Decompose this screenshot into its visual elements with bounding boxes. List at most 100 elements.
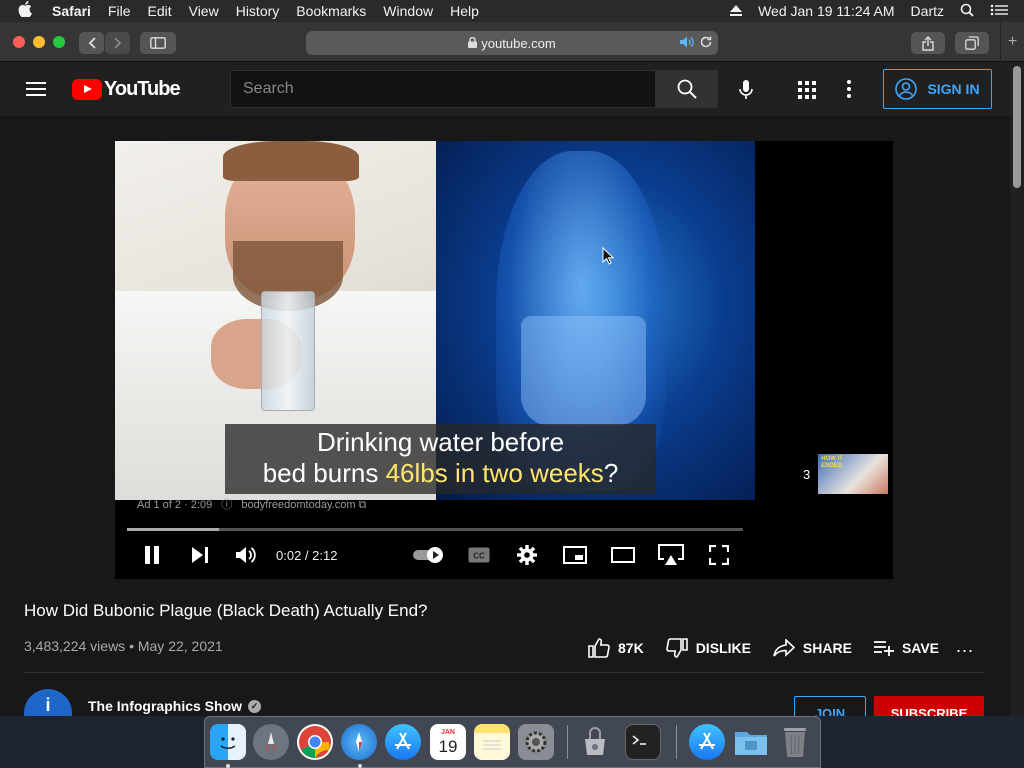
subscribe-button[interactable]: SUBSCRIBE — [874, 696, 984, 716]
settings-more-icon[interactable] — [846, 79, 852, 103]
divider — [24, 672, 984, 673]
reload-icon[interactable] — [700, 36, 712, 51]
menubar-clock[interactable]: Wed Jan 19 11:24 AM — [758, 3, 894, 19]
spotlight-search-icon[interactable] — [960, 3, 974, 20]
close-window-button[interactable] — [13, 36, 25, 48]
end-card-thumbnail[interactable]: HOW IT ENDED — [818, 454, 889, 494]
join-button[interactable]: JOIN — [794, 696, 866, 716]
next-button[interactable] — [187, 542, 213, 568]
apple-menu-icon[interactable] — [18, 1, 38, 21]
calendar-day: 19 — [438, 736, 458, 756]
utilities-icon[interactable] — [577, 724, 613, 760]
youtube-apps-icon[interactable] — [798, 81, 816, 104]
dock-separator — [676, 725, 677, 759]
menu-edit[interactable]: Edit — [147, 3, 171, 19]
fullscreen-icon — [709, 545, 729, 565]
volume-button[interactable] — [233, 542, 259, 568]
share-page-button[interactable] — [911, 32, 945, 54]
gear-icon — [517, 545, 537, 565]
sidebar-toggle-button[interactable] — [140, 32, 176, 54]
end-card[interactable]: 3 HOW IT ENDED — [803, 454, 889, 494]
menu-help[interactable]: Help — [450, 3, 479, 19]
lock-icon — [468, 36, 478, 51]
progress-buffer — [127, 528, 220, 531]
menu-view[interactable]: View — [189, 3, 219, 19]
theater-mode-icon — [611, 547, 635, 563]
channel-name-text: The Infographics Show — [88, 698, 243, 714]
address-url: youtube.com — [481, 35, 556, 51]
app-store-download-icon[interactable] — [689, 724, 725, 760]
youtube-logo-text: YouTube — [104, 78, 181, 100]
menu-bar: Safari File Edit View History Bookmarks … — [0, 0, 1024, 22]
youtube-logo[interactable]: YouTube — [72, 78, 181, 101]
verified-check-icon: ✓ — [248, 699, 262, 713]
autoplay-toggle[interactable] — [413, 547, 445, 563]
end-card-count: 3 — [803, 466, 811, 482]
folder-icon[interactable] — [733, 724, 769, 760]
guide-menu-icon[interactable] — [26, 82, 46, 96]
menu-bookmarks[interactable]: Bookmarks — [296, 3, 366, 19]
terminal-icon[interactable] — [625, 724, 661, 760]
theater-mode-button[interactable] — [610, 542, 636, 568]
miniplayer-button[interactable] — [562, 542, 588, 568]
dislike-button[interactable]: DISLIKE — [665, 638, 751, 658]
like-button[interactable]: 87K — [588, 638, 644, 658]
volume-icon — [236, 547, 256, 563]
share-button[interactable]: SHARE — [773, 639, 852, 657]
chrome-icon[interactable] — [297, 724, 333, 760]
trash-icon[interactable] — [777, 724, 813, 760]
fullscreen-button[interactable] — [706, 542, 732, 568]
thumbs-down-icon — [665, 638, 688, 658]
captions-button[interactable]: CC — [466, 542, 492, 568]
notes-icon[interactable] — [474, 724, 510, 760]
tab-overview-button[interactable] — [955, 32, 989, 54]
youtube-header: YouTube Search SIGN IN — [0, 62, 1010, 116]
zoom-window-button[interactable] — [53, 36, 65, 48]
pause-icon — [145, 546, 159, 564]
system-preferences-icon[interactable] — [518, 724, 554, 760]
search-button[interactable] — [656, 70, 718, 108]
audio-playing-icon[interactable] — [680, 36, 694, 51]
airplay-button[interactable] — [657, 542, 685, 568]
voice-search-button[interactable] — [734, 78, 758, 102]
sign-in-button[interactable]: SIGN IN — [883, 69, 992, 109]
video-title: How Did Bubonic Plague (Black Death) Act… — [24, 601, 428, 620]
page-scrollbar[interactable] — [1010, 62, 1024, 716]
save-button[interactable]: SAVE — [873, 640, 939, 656]
info-icon[interactable]: ⓘ — [221, 499, 232, 511]
forward-button[interactable] — [105, 32, 130, 54]
menubar-user[interactable]: Dartz — [911, 3, 944, 19]
new-tab-button[interactable]: + — [1000, 22, 1024, 62]
back-button[interactable] — [79, 32, 104, 54]
scrollbar-thumb[interactable] — [1013, 66, 1021, 188]
settings-button[interactable] — [514, 542, 540, 568]
menu-file[interactable]: File — [108, 3, 131, 19]
channel-name[interactable]: The Infographics Show ✓ — [88, 698, 262, 714]
pause-button[interactable] — [139, 542, 165, 568]
video-player[interactable]: Drinking water before bed burns 46lbs in… — [115, 141, 893, 579]
menu-app-name[interactable]: Safari — [52, 3, 91, 19]
address-bar[interactable]: youtube.com — [306, 31, 718, 55]
app-store-icon[interactable] — [385, 724, 421, 760]
menu-window[interactable]: Window — [383, 3, 433, 19]
search-input[interactable]: Search — [230, 70, 656, 108]
playlist-add-icon — [873, 641, 894, 656]
calendar-icon[interactable]: JAN 19 — [430, 724, 466, 760]
control-center-icon[interactable] — [990, 3, 1008, 19]
progress-bar[interactable] — [127, 528, 743, 531]
minimize-window-button[interactable] — [33, 36, 45, 48]
ad-domain-link[interactable]: bodyfreedomtoday.com — [241, 499, 355, 511]
ad-info: Ad 1 of 2 · 2:09 ⓘ bodyfreedomtoday.com … — [137, 496, 366, 512]
thumbs-up-icon — [588, 638, 610, 658]
menu-history[interactable]: History — [236, 3, 280, 19]
launchpad-icon[interactable] — [253, 724, 289, 760]
safari-icon[interactable] — [341, 724, 377, 760]
channel-avatar[interactable]: i — [24, 689, 72, 716]
more-actions-icon[interactable]: ... — [956, 636, 974, 657]
share-label: SHARE — [802, 640, 852, 656]
eject-icon[interactable] — [730, 3, 743, 19]
finder-icon[interactable] — [210, 724, 246, 760]
skip-next-icon — [192, 547, 208, 563]
end-card-thumbnail-text: HOW IT ENDED — [821, 456, 843, 469]
miniplayer-icon — [563, 546, 587, 564]
